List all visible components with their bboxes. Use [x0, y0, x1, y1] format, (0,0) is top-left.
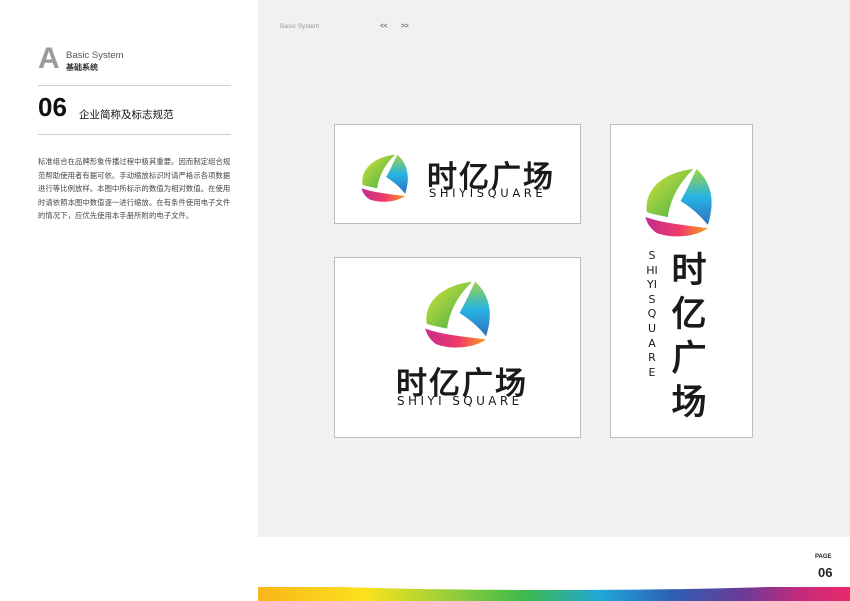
brand-name-en: SHIYI SQUARE	[397, 394, 523, 408]
logo-card-vertical: 时亿广场 SHIYISQUARE	[610, 124, 753, 438]
next-page-button[interactable]: >>	[401, 23, 409, 30]
prev-page-button[interactable]: <<	[380, 23, 388, 30]
section-name-cn: 基础系统	[66, 63, 98, 72]
section-letter: A	[38, 42, 60, 75]
logo-mark-icon	[639, 161, 719, 241]
divider-bottom	[38, 134, 231, 135]
logo-mark-icon	[419, 274, 497, 352]
brand-name-en: SHIYISQUARE	[429, 186, 547, 200]
breadcrumb: Basic System	[280, 23, 320, 30]
section-name-en: Basic System	[66, 50, 124, 61]
description-text: 标准组合在品牌形象传播过程中极其重要。因而制定组合规范帮助使用者有据可依。手动缩…	[38, 157, 231, 220]
left-panel: A Basic System 基础系统 06 企业简称及标志规范 标准组合在品牌…	[0, 0, 258, 601]
logo-card-horizontal: 时亿广场 SHIYISQUARE	[334, 124, 581, 224]
logo-card-stacked: 时亿广场 SHIYI SQUARE	[334, 257, 581, 438]
brand-name-en-vertical: SHIYISQUARE	[646, 249, 658, 379]
topic-title: 企业简称及标志规范	[79, 109, 174, 121]
brand-name-cn-vertical: 时亿广场	[671, 251, 707, 422]
topic-number: 06	[38, 92, 67, 122]
page-label: PAGE	[815, 554, 832, 560]
logo-mark-icon	[357, 149, 413, 205]
divider-top	[38, 85, 231, 86]
page-number: 06	[818, 565, 833, 580]
